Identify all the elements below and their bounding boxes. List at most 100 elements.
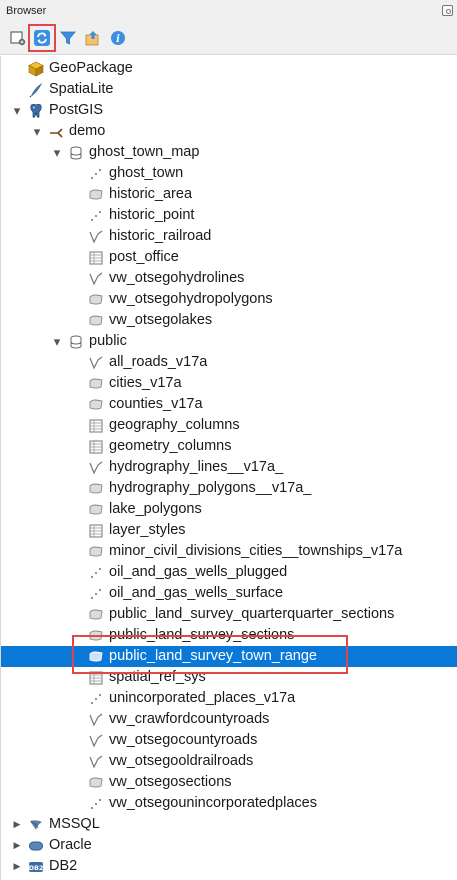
expand-arrow-icon[interactable]: ▾ <box>12 100 22 121</box>
tree-item-unincorporated-places-v17a[interactable]: unincorporated_places_v17a <box>1 688 457 709</box>
spatialite-icon <box>28 82 44 98</box>
tree-item-public-land-survey-town-range[interactable]: public_land_survey_town_range <box>1 646 457 667</box>
tree-item-label: MSSQL <box>49 816 100 832</box>
tree-item-cities-v17a[interactable]: cities_v17a <box>1 373 457 394</box>
polygon-layer-icon <box>88 292 104 308</box>
connection-icon <box>48 124 64 140</box>
collapse-arrow-icon[interactable]: ▶ <box>12 856 22 877</box>
point-layer-icon <box>88 166 104 182</box>
tree-item-label: vw_crawfordcountyroads <box>109 711 270 727</box>
tree-item-label: vw_otsegolakes <box>109 312 213 328</box>
geopackage-icon <box>28 61 44 77</box>
tree-item-label: public_land_survey_town_range <box>109 648 317 664</box>
tree-item-historic-point[interactable]: historic_point <box>1 205 457 226</box>
tree-item-db2[interactable]: ▶ DB2 DB2 <box>1 856 457 877</box>
point-layer-icon <box>88 796 104 812</box>
tree-item-label: minor_civil_divisions_cities__townships_… <box>109 543 403 559</box>
properties-button[interactable]: i <box>107 27 129 49</box>
tree-item-spatial-ref-sys[interactable]: spatial_ref_sys <box>1 667 457 688</box>
tree-item-demo[interactable]: ▾ demo <box>1 121 457 142</box>
polygon-layer-icon <box>88 313 104 329</box>
tree-item-public-land-survey-quarterquarter-sections[interactable]: public_land_survey_quarterquarter_sectio… <box>1 604 457 625</box>
tree-item-minor-civil-divisions-cities-townships-v17a[interactable]: minor_civil_divisions_cities__townships_… <box>1 541 457 562</box>
tree-item-label: layer_styles <box>109 522 186 538</box>
tree-item-label: public <box>89 333 127 349</box>
tree-item-counties-v17a[interactable]: counties_v17a <box>1 394 457 415</box>
tree-item-label: Oracle <box>49 837 92 853</box>
tree-item-postgis[interactable]: ▾ PostGIS <box>1 100 457 121</box>
tree-item-geography-columns[interactable]: geography_columns <box>1 415 457 436</box>
tree-item-oil-and-gas-wells-plugged[interactable]: oil_and_gas_wells_plugged <box>1 562 457 583</box>
tree-item-label: geography_columns <box>109 417 240 433</box>
line-layer-icon <box>88 733 104 749</box>
tree-item-geopackage[interactable]: GeoPackage <box>1 58 457 79</box>
tree-item-vw-crawfordcountyroads[interactable]: vw_crawfordcountyroads <box>1 709 457 730</box>
tree-item-oracle[interactable]: ▶ Oracle <box>1 835 457 856</box>
add-selected-layers-button[interactable] <box>7 27 29 49</box>
polygon-layer-icon <box>88 607 104 623</box>
tree-item-label: vw_otsegooldrailroads <box>109 753 254 769</box>
expand-arrow-icon[interactable]: ▾ <box>52 331 62 352</box>
filter-button[interactable] <box>57 27 79 49</box>
tree-item-spatialite[interactable]: SpatiaLite <box>1 79 457 100</box>
tree-item-vw-otsegosections[interactable]: vw_otsegosections <box>1 772 457 793</box>
expand-arrow-icon[interactable]: ▾ <box>52 142 62 163</box>
collapse-all-button[interactable] <box>82 27 104 49</box>
tree-item-oil-and-gas-wells-surface[interactable]: oil_and_gas_wells_surface <box>1 583 457 604</box>
polygon-layer-icon <box>88 502 104 518</box>
line-layer-icon <box>88 271 104 287</box>
refresh-button[interactable] <box>28 24 56 52</box>
tree-item-mssql[interactable]: ▶ MSSQL <box>1 814 457 835</box>
polygon-layer-icon <box>88 481 104 497</box>
tree-item-vw-otsegooldrailroads[interactable]: vw_otsegooldrailroads <box>1 751 457 772</box>
point-layer-icon <box>88 691 104 707</box>
tree-item-geometry-columns[interactable]: geometry_columns <box>1 436 457 457</box>
tree-item-vw-otsegolakes[interactable]: vw_otsegolakes <box>1 310 457 331</box>
polygon-layer-icon <box>88 397 104 413</box>
tree-item-vw-otsegounincorporatedplaces[interactable]: vw_otsegounincorporatedplaces <box>1 793 457 814</box>
svg-text:i: i <box>116 34 120 45</box>
postgis-icon <box>28 103 44 119</box>
db2-icon: DB2 <box>28 859 44 875</box>
tree-item-vw-otsegohydrolines[interactable]: vw_otsegohydrolines <box>1 268 457 289</box>
point-layer-icon <box>88 586 104 602</box>
expand-arrow-icon[interactable]: ▾ <box>32 121 42 142</box>
collapse-arrow-icon[interactable]: ▶ <box>12 835 22 856</box>
tree-item-label: PostGIS <box>49 102 103 118</box>
table-layer-icon <box>88 523 104 539</box>
table-layer-icon <box>88 439 104 455</box>
tree-item-label: demo <box>69 123 106 139</box>
tree-item-label: geometry_columns <box>109 438 232 454</box>
tree-item-hydrography-lines-v17a[interactable]: hydrography_lines__v17a_ <box>1 457 457 478</box>
tree-item-label: cities_v17a <box>109 375 182 391</box>
point-layer-icon <box>88 565 104 581</box>
tree-item-label: public_land_survey_quarterquarter_sectio… <box>109 606 395 622</box>
tree-item-schema-public[interactable]: ▾ public <box>1 331 457 352</box>
tree-item-label: historic_area <box>109 186 193 202</box>
tree-item-all-roads-v17a[interactable]: all_roads_v17a <box>1 352 457 373</box>
tree-item-vw-otsegocountyroads[interactable]: vw_otsegocountyroads <box>1 730 457 751</box>
polygon-layer-icon <box>88 187 104 203</box>
polygon-layer-icon <box>88 775 104 791</box>
tree-item-label: counties_v17a <box>109 396 203 412</box>
tree-item-layer-styles[interactable]: layer_styles <box>1 520 457 541</box>
dock-float-icon[interactable] <box>442 5 453 16</box>
tree-item-post-office[interactable]: post_office <box>1 247 457 268</box>
tree-item-label: vw_otsegohydrolines <box>109 270 245 286</box>
tree-item-vw-otsegohydropolygons[interactable]: vw_otsegohydropolygons <box>1 289 457 310</box>
tree-item-label: GeoPackage <box>49 60 133 76</box>
tree-item-lake-polygons[interactable]: lake_polygons <box>1 499 457 520</box>
tree-item-public-land-survey-sections[interactable]: public_land_survey_sections <box>1 625 457 646</box>
tree-item-hydrography-polygons-v17a[interactable]: hydrography_polygons__v17a_ <box>1 478 457 499</box>
point-layer-icon <box>88 208 104 224</box>
tree-item-label: vw_otsegounincorporatedplaces <box>109 795 317 811</box>
tree-item-label: ghost_town <box>109 165 184 181</box>
schema-icon <box>68 334 84 350</box>
mssql-icon <box>28 817 44 833</box>
tree-item-schema-ghost-town-map[interactable]: ▾ ghost_town_map <box>1 142 457 163</box>
tree-item-ghost-town[interactable]: ghost_town <box>1 163 457 184</box>
tree-item-historic-area[interactable]: historic_area <box>1 184 457 205</box>
tree-item-historic-railroad[interactable]: historic_railroad <box>1 226 457 247</box>
polygon-layer-icon <box>88 544 104 560</box>
collapse-arrow-icon[interactable]: ▶ <box>12 814 22 835</box>
